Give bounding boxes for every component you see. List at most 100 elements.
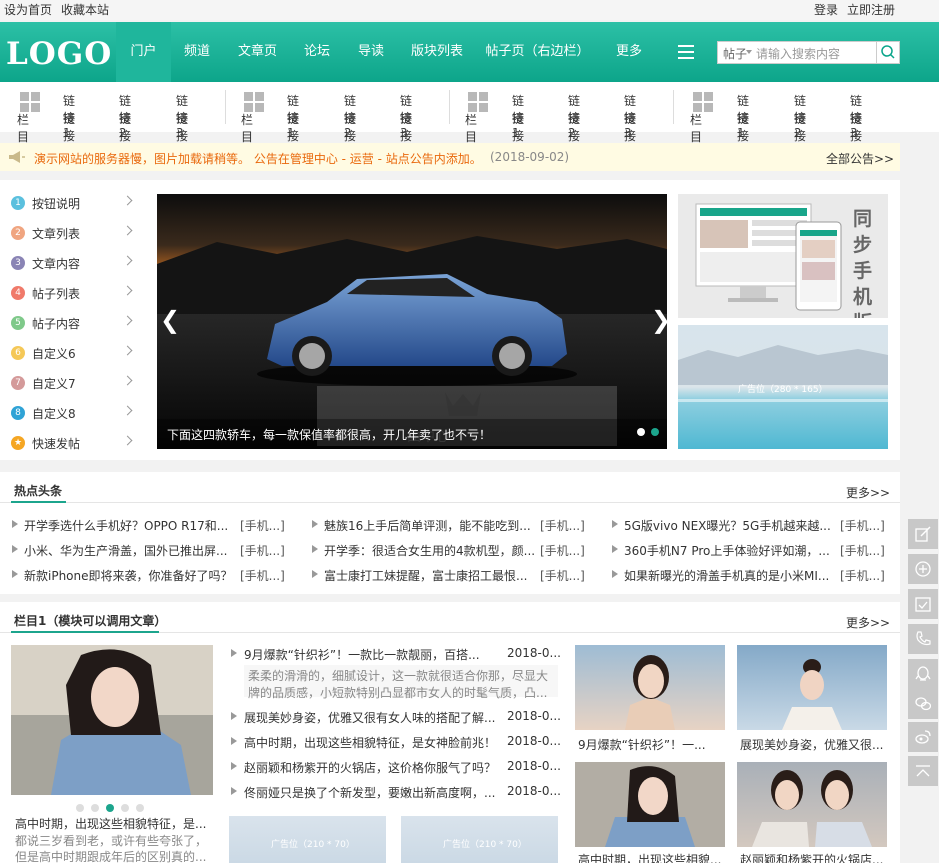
- side-tool-weibo[interactable]: [908, 722, 938, 752]
- hot-title[interactable]: 5G版vivo NEX曝光？5G手机越来越...: [624, 517, 831, 534]
- slider-dots: [631, 425, 659, 439]
- article-row[interactable]: 9月爆款“针织衫”！一款比一款靓丽，百搭... 2018-0...: [231, 645, 561, 665]
- article-row[interactable]: 展现美妙身姿，优雅又很有女人味的搭配了解... 2018-0...: [231, 708, 561, 728]
- photo-caption[interactable]: 展现美妙身姿，优雅又很...: [740, 736, 883, 753]
- search-button[interactable]: [876, 42, 899, 63]
- site-logo[interactable]: LOGO: [6, 36, 112, 72]
- photo-card[interactable]: [575, 762, 725, 847]
- small-ad-slot[interactable]: 广告位（210 * 70）: [229, 816, 386, 863]
- hot-title[interactable]: 小米、华为生产滑盖，国外已推出屏...: [24, 542, 227, 559]
- hot-category[interactable]: [手机...]: [540, 517, 585, 534]
- register-link[interactable]: 立即注册: [847, 1, 895, 18]
- subnav-label[interactable]: 栏目: [241, 111, 253, 145]
- menu-icon[interactable]: [678, 45, 694, 59]
- nav-item-portal[interactable]: 门户: [116, 22, 171, 82]
- hot-title[interactable]: 开学季选什么手机好？OPPO R17和...: [24, 517, 228, 534]
- hot-title[interactable]: 富士康打工妹提醒，富士康招工最恨...: [324, 567, 527, 584]
- set-home-link[interactable]: 设为首页: [4, 1, 52, 18]
- article-title[interactable]: 高中时期，出现这些相貌特征，是女神脸前兆！: [244, 734, 496, 751]
- left-menu-item[interactable]: 1 按钮说明: [11, 194, 141, 214]
- photo-card[interactable]: [737, 645, 887, 730]
- left-menu-item[interactable]: 2 文章列表: [11, 224, 141, 244]
- carousel-dot[interactable]: [121, 804, 129, 812]
- hot-category[interactable]: [手机...]: [240, 517, 285, 534]
- login-link[interactable]: 登录: [814, 1, 838, 18]
- nav-item-guide[interactable]: 导读: [346, 22, 396, 82]
- slider-prev-button[interactable]: ❮: [160, 306, 180, 334]
- hot-category[interactable]: [手机...]: [540, 542, 585, 559]
- hot-title[interactable]: 新款iPhone即将来袭，你准备好了吗？: [24, 567, 233, 584]
- carousel-dot[interactable]: [91, 804, 99, 812]
- bookmark-link[interactable]: 收藏本站: [61, 1, 109, 18]
- nav-item-forum-list[interactable]: 版块列表: [404, 22, 470, 82]
- hot-title[interactable]: 360手机N7 Pro上手体验好评如潮，...: [624, 542, 830, 559]
- slider-dot[interactable]: [637, 428, 645, 436]
- hot-category[interactable]: [手机...]: [840, 542, 885, 559]
- nav-item-article[interactable]: 文章页: [230, 22, 285, 82]
- left-menu-item[interactable]: 3 文章内容: [11, 254, 141, 274]
- slider-dot[interactable]: [651, 428, 659, 436]
- article-title[interactable]: 展现美妙身姿，优雅又很有女人味的搭配了解...: [244, 709, 495, 726]
- hot-category[interactable]: [手机...]: [840, 517, 885, 534]
- side-tool-wechat[interactable]: [908, 689, 938, 719]
- photo-caption[interactable]: 高中时期，出现这些相貌...: [578, 851, 721, 863]
- hot-title[interactable]: 开学季：很适合女生用的4款机型，颜...: [324, 542, 535, 559]
- subnav-label[interactable]: 栏目: [465, 111, 477, 145]
- small-ad-slot[interactable]: 广告位（210 * 70）: [401, 816, 558, 863]
- side-tool-add[interactable]: [908, 554, 938, 584]
- search-input[interactable]: 请输入搜索内容: [756, 45, 840, 62]
- nav-item-more[interactable]: 更多: [606, 22, 652, 82]
- hot-category[interactable]: [手机...]: [540, 567, 585, 584]
- photo-card[interactable]: [575, 645, 725, 730]
- hot-title[interactable]: 魅族16上手后简单评测，能不能吃到...: [324, 517, 531, 534]
- feature-image[interactable]: [11, 645, 213, 795]
- more-link[interactable]: 更多>>: [846, 614, 890, 631]
- nav-item-thread[interactable]: 帖子页（右边栏）: [480, 22, 595, 82]
- hot-category[interactable]: [手机...]: [240, 542, 285, 559]
- article-title[interactable]: 赵丽颖和杨紫开的火锅店，这价格你服气了吗？: [244, 759, 496, 776]
- left-menu-item[interactable]: 5 帖子内容: [11, 314, 141, 334]
- hot-category[interactable]: [手机...]: [840, 567, 885, 584]
- mobile-ad-text: 同步手机版: [853, 208, 873, 318]
- photo-caption[interactable]: 9月爆款“针织衫”！一...: [578, 736, 706, 753]
- search-type-select[interactable]: 帖子: [723, 45, 747, 62]
- carousel-dot[interactable]: [136, 804, 144, 812]
- photo-caption[interactable]: 赵丽颖和杨紫开的火锅店...: [740, 851, 883, 863]
- mobile-version-ad[interactable]: 同步手机版: [678, 194, 888, 318]
- nav-item-forum[interactable]: 论坛: [292, 22, 342, 82]
- notice-text[interactable]: 演示网站的服务器慢，图片加载请稍等。 公告在管理中心 - 运营 - 站点公告内添…: [34, 150, 482, 167]
- hot-title[interactable]: 如果新曝光的滑盖手机真的是小米MI...: [624, 567, 829, 584]
- subnav-label[interactable]: 栏目: [17, 111, 29, 145]
- left-menu-item[interactable]: 4 帖子列表: [11, 284, 141, 304]
- article-title[interactable]: 佟丽娅只是换了个新发型，要嫩出新高度啊，...: [244, 784, 495, 801]
- number-badge: 8: [11, 406, 25, 420]
- left-menu-item[interactable]: ★ 快速发帖: [11, 434, 141, 454]
- more-link[interactable]: 更多>>: [846, 484, 890, 501]
- carousel-dot[interactable]: [76, 804, 84, 812]
- slider-caption[interactable]: 下面这四款轿车，每一款保值率都很高，开几年卖了也不亏！: [167, 426, 491, 443]
- article-title[interactable]: 9月爆款“针织衫”！一款比一款靓丽，百搭...: [244, 646, 480, 663]
- bullet-icon: [231, 649, 237, 657]
- side-tool-top[interactable]: [908, 756, 938, 786]
- subnav-label[interactable]: 栏目: [690, 111, 702, 145]
- hot-category[interactable]: [手机...]: [240, 567, 285, 584]
- carousel-dot[interactable]: [106, 804, 114, 812]
- article-row[interactable]: 赵丽颖和杨紫开的火锅店，这价格你服气了吗？ 2018-0...: [231, 758, 561, 778]
- article-row[interactable]: 高中时期，出现这些相貌特征，是女神脸前兆！ 2018-0...: [231, 733, 561, 753]
- ad-slot-280x165[interactable]: 广告位（280 * 165）: [678, 325, 888, 449]
- nav-item-channel[interactable]: 频道: [171, 22, 223, 82]
- left-menu-item[interactable]: 8 自定义8: [11, 404, 141, 424]
- side-tool-phone[interactable]: [908, 624, 938, 654]
- all-notices-link[interactable]: 全部公告>>: [826, 150, 894, 167]
- side-tool-checkin[interactable]: [908, 589, 938, 619]
- left-menu-item[interactable]: 6 自定义6: [11, 344, 141, 364]
- feature-caption[interactable]: 高中时期，出现这些相貌特征，是...: [15, 815, 206, 832]
- left-menu-item[interactable]: 7 自定义7: [11, 374, 141, 394]
- photo-card[interactable]: [737, 762, 887, 847]
- side-tool-qq[interactable]: [908, 659, 938, 689]
- side-tool-edit[interactable]: [908, 519, 938, 549]
- image-slider[interactable]: 曲中心 ❮ ❯ 下面这四款轿车，每一款保值率都很高，开几年卖了也不亏！: [157, 194, 667, 449]
- photo: [752, 770, 872, 847]
- slider-next-button[interactable]: ❯: [651, 306, 667, 334]
- article-row[interactable]: 佟丽娅只是换了个新发型，要嫩出新高度啊，... 2018-0...: [231, 783, 561, 803]
